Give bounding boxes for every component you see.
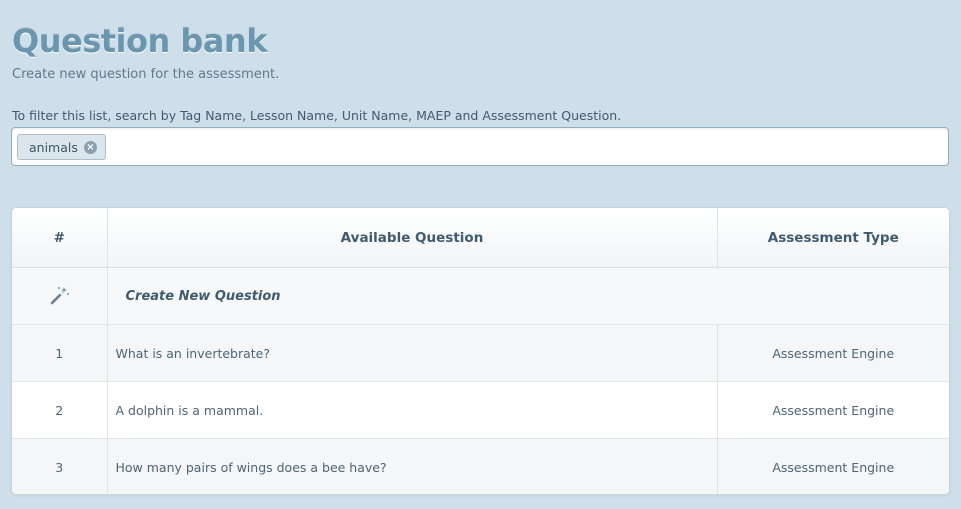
create-question-row[interactable]: Create New Question [12, 267, 949, 325]
row-question[interactable]: How many pairs of wings does a bee have? [106, 438, 717, 494]
page: Question bank Create new question for th… [0, 0, 961, 509]
row-number: 1 [12, 324, 107, 382]
magic-wand-icon[interactable] [48, 285, 70, 307]
create-question-link[interactable]: Create New Question [106, 267, 949, 325]
filter-tag[interactable]: animals × [17, 134, 106, 160]
create-question-icon-cell[interactable] [12, 267, 107, 325]
page-subtitle: Create new question for the assessment. [12, 67, 280, 82]
filter-hint: To filter this list, search by Tag Name,… [12, 108, 622, 123]
table-row[interactable]: 2 A dolphin is a mammal. Assessment Engi… [12, 381, 949, 439]
row-question[interactable]: A dolphin is a mammal. [106, 381, 717, 439]
table-row[interactable]: 3 How many pairs of wings does a bee hav… [12, 438, 949, 494]
question-table: # Available Question Assessment Type Cre… [11, 207, 950, 495]
tag-search-box[interactable]: animals × [11, 127, 949, 166]
column-header-type[interactable]: Assessment Type [716, 208, 949, 268]
page-title: Question bank [12, 22, 267, 60]
row-assessment-type: Assessment Engine [716, 324, 949, 382]
row-number: 3 [12, 438, 107, 494]
row-assessment-type: Assessment Engine [716, 438, 949, 494]
table-header-row: # Available Question Assessment Type [12, 208, 949, 268]
filter-tag-label: animals [29, 139, 78, 155]
column-header-number[interactable]: # [12, 208, 107, 268]
search-input[interactable] [112, 133, 936, 162]
table-row[interactable]: 1 What is an invertebrate? Assessment En… [12, 324, 949, 382]
column-header-question[interactable]: Available Question [106, 208, 717, 268]
row-number: 2 [12, 381, 107, 439]
row-question[interactable]: What is an invertebrate? [106, 324, 717, 382]
remove-tag-icon[interactable]: × [83, 140, 97, 154]
row-assessment-type: Assessment Engine [716, 381, 949, 439]
